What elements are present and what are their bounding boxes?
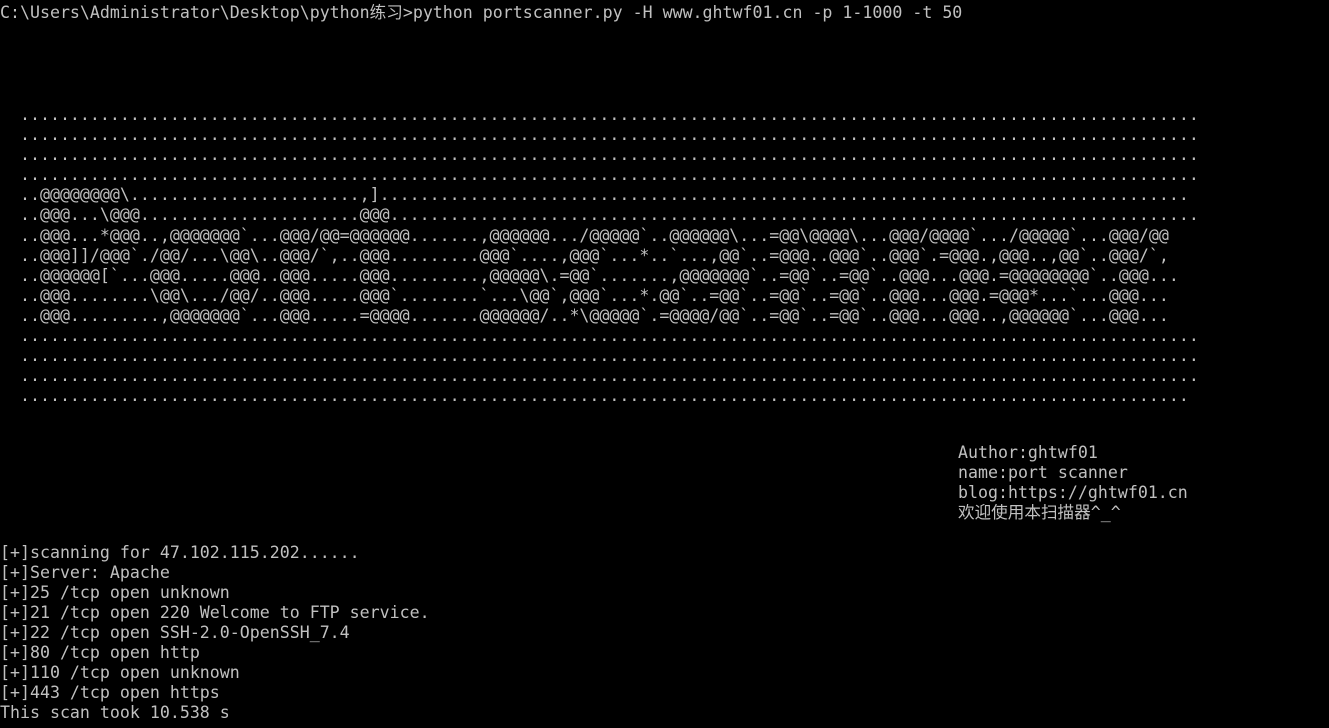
banner-line: ........................................… bbox=[0, 346, 1199, 366]
output-line: [+]scanning for 47.102.115.202...... bbox=[0, 543, 360, 562]
banner-line: ..@@@........\@@\.../@@/..@@@.....@@@`..… bbox=[0, 285, 1169, 305]
banner-line: ........................................… bbox=[0, 366, 1199, 386]
banner-line: ..@@@...\@@@......................@@@...… bbox=[0, 205, 1199, 225]
ascii-banner: ........................................… bbox=[0, 105, 1199, 406]
output-line: This scan took 10.538 s bbox=[0, 703, 230, 722]
banner-line: ........................................… bbox=[0, 145, 1199, 165]
name-line: name:port scanner bbox=[958, 463, 1128, 482]
banner-line: ..@@@]]/@@@`./@@/...\@@\..@@@/`,..@@@...… bbox=[0, 245, 1169, 265]
output-line: [+]110 /tcp open unknown bbox=[0, 663, 240, 682]
banner-line: ..@@@.........,@@@@@@@`...@@@.....=@@@@.… bbox=[0, 305, 1169, 325]
banner-line: ........................................… bbox=[0, 326, 1199, 346]
blog-line: blog:https://ghtwf01.cn bbox=[958, 483, 1188, 502]
output-line: [+]25 /tcp open unknown bbox=[0, 583, 230, 602]
banner-line: ........................................… bbox=[0, 386, 1189, 406]
banner-line: ........................................… bbox=[0, 125, 1199, 145]
output-line: [+]22 /tcp open SSH-2.0-OpenSSH_7.4 bbox=[0, 623, 350, 642]
output-line: [+]80 /tcp open http bbox=[0, 643, 200, 662]
output-line: [+]443 /tcp open https bbox=[0, 683, 220, 702]
author-line: Author:ghtwf01 bbox=[958, 443, 1098, 462]
output-line: [+]21 /tcp open 220 Welcome to FTP servi… bbox=[0, 603, 430, 622]
banner-line: ..@@@@@@@@\.......................,]....… bbox=[0, 185, 1189, 205]
command-line: C:\Users\Administrator\Desktop\python练习>… bbox=[0, 3, 962, 23]
banner-line: ..@@@@@@[`...@@@.....@@@..@@@.....@@@...… bbox=[0, 265, 1179, 285]
banner-line: ..@@@...*@@@..,@@@@@@@`...@@@/@@=@@@@@@.… bbox=[0, 225, 1169, 245]
author-info: Author:ghtwf01 name:port scanner blog:ht… bbox=[958, 443, 1188, 523]
output-line: [+]Server: Apache bbox=[0, 563, 170, 582]
banner-line: ........................................… bbox=[0, 165, 1199, 185]
command-text: python portscanner.py -H www.ghtwf01.cn … bbox=[412, 3, 963, 22]
banner-line: ........................................… bbox=[0, 105, 1199, 124]
welcome-line: 欢迎使用本扫描器^_^ bbox=[958, 503, 1121, 522]
scan-output: [+]scanning for 47.102.115.202...... [+]… bbox=[0, 543, 430, 723]
prompt-text: C:\Users\Administrator\Desktop\python练习> bbox=[0, 3, 413, 22]
